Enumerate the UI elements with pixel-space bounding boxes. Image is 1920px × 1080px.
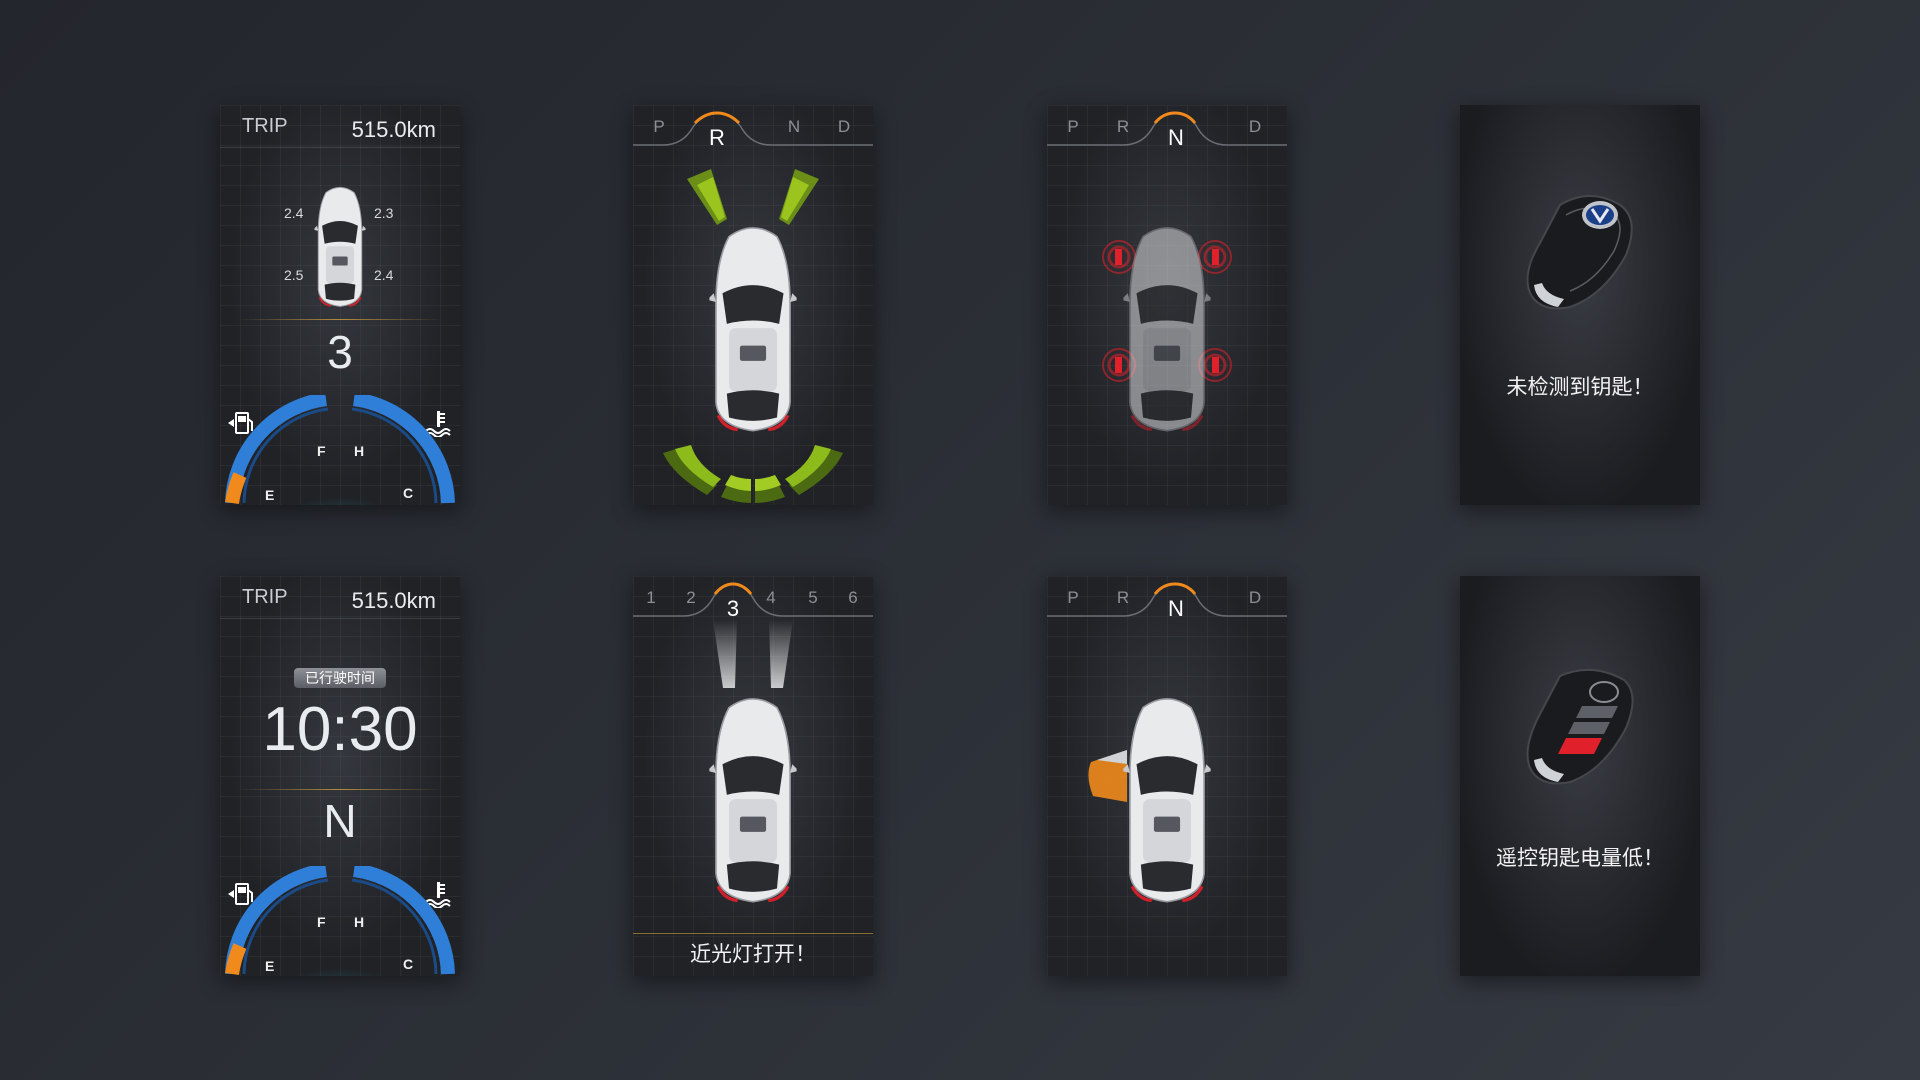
gear-1: 1 xyxy=(646,588,656,607)
gear-highlight-arc xyxy=(633,582,873,617)
gear-r: R xyxy=(1116,117,1130,136)
key-not-detected-message: 未检测到钥匙！ xyxy=(1506,376,1654,399)
trip-value: 515.0km xyxy=(351,588,436,613)
panel-door-open: P R N D xyxy=(1047,576,1287,976)
tire-pressure-front-right: 2.3 xyxy=(374,205,394,221)
car-top-view-icon xyxy=(709,217,797,435)
panel-reverse-radar: P R N D xyxy=(633,105,873,505)
gear-d: D xyxy=(837,117,851,136)
panel-key-not-detected: 未检测到钥匙！ xyxy=(1460,105,1700,505)
temp-cold-label: C xyxy=(403,956,414,972)
car-top-view-icon xyxy=(313,181,367,309)
tire-pressure-front-left: 2.4 xyxy=(284,205,304,221)
gear-3: 3 xyxy=(726,596,740,621)
gear-d: D xyxy=(1248,588,1262,607)
headlight-beams xyxy=(713,620,793,688)
remote-key-icon xyxy=(1526,668,1634,785)
panel-low-beam: 1 2 3 4 5 6 近光灯打开！ xyxy=(633,576,873,976)
divider xyxy=(238,789,442,790)
temp-cold-label: C xyxy=(403,485,414,501)
gear-6: 6 xyxy=(848,588,858,607)
gear-indicator: N xyxy=(323,795,357,847)
gear-p: P xyxy=(653,117,665,136)
fuel-full-label: F xyxy=(317,443,326,459)
gear-selector: P R N D xyxy=(633,105,873,150)
gear-n: N xyxy=(1168,596,1184,621)
temp-hot-label: H xyxy=(354,443,365,459)
trip-header: TRIP 515.0km xyxy=(220,105,460,148)
car-top-view-icon xyxy=(1123,217,1211,435)
gear-p: P xyxy=(1067,117,1079,136)
tire-pressure-rear-left: 2.5 xyxy=(284,267,304,283)
temp-hot-label: H xyxy=(354,914,365,930)
key-battery-low-message: 遥控钥匙电量低！ xyxy=(1496,847,1664,870)
fuel-empty-label: E xyxy=(265,487,275,503)
fuel-empty-label: E xyxy=(265,958,275,974)
low-beam-message: 近光灯打开！ xyxy=(633,933,873,976)
gear-indicator: 3 xyxy=(327,326,353,378)
gear-r: R xyxy=(1116,588,1130,607)
gear-n: N xyxy=(1168,125,1184,150)
panel-key-battery-low: 遥控钥匙电量低！ xyxy=(1460,576,1700,976)
panel-neutral-sensors: P R N D xyxy=(1047,105,1287,505)
trip-header: TRIP 515.0km xyxy=(220,576,460,619)
trip-value: 515.0km xyxy=(351,117,436,142)
trip-label: TRIP xyxy=(242,115,288,137)
gear-selector: P R N D xyxy=(1047,105,1287,150)
driving-time-badge: 已行驶时间 xyxy=(294,668,386,688)
panel-trip-time: TRIP 515.0km 已行驶时间 10:30 N F H E C xyxy=(220,576,460,976)
panel-trip-tire: TRIP 515.0km 2.4 2.3 2.5 2.4 3 F H E C xyxy=(220,105,460,505)
tire-pressure-rear-right: 2.4 xyxy=(374,267,394,283)
gear-5: 5 xyxy=(808,588,818,607)
fuel-temp-gauge xyxy=(220,395,460,505)
fuel-temp-gauge xyxy=(220,866,460,976)
divider xyxy=(238,319,442,320)
car-top-view-icon xyxy=(709,688,797,906)
fuel-full-label: F xyxy=(317,914,326,930)
car-top-view-icon xyxy=(1123,688,1211,906)
gear-n: N xyxy=(787,117,801,136)
gear-selector: P R N D xyxy=(1047,576,1287,621)
trip-label: TRIP xyxy=(242,586,288,608)
gear-2: 2 xyxy=(686,588,696,607)
gear-4: 4 xyxy=(766,588,776,607)
gear-d: D xyxy=(1248,117,1262,136)
remote-key-icon xyxy=(1526,195,1633,310)
driving-time: 10:30 xyxy=(262,695,418,764)
gear-p: P xyxy=(1067,588,1079,607)
gear-r: R xyxy=(709,125,725,150)
gear-selector: 1 2 3 4 5 6 xyxy=(633,576,873,621)
